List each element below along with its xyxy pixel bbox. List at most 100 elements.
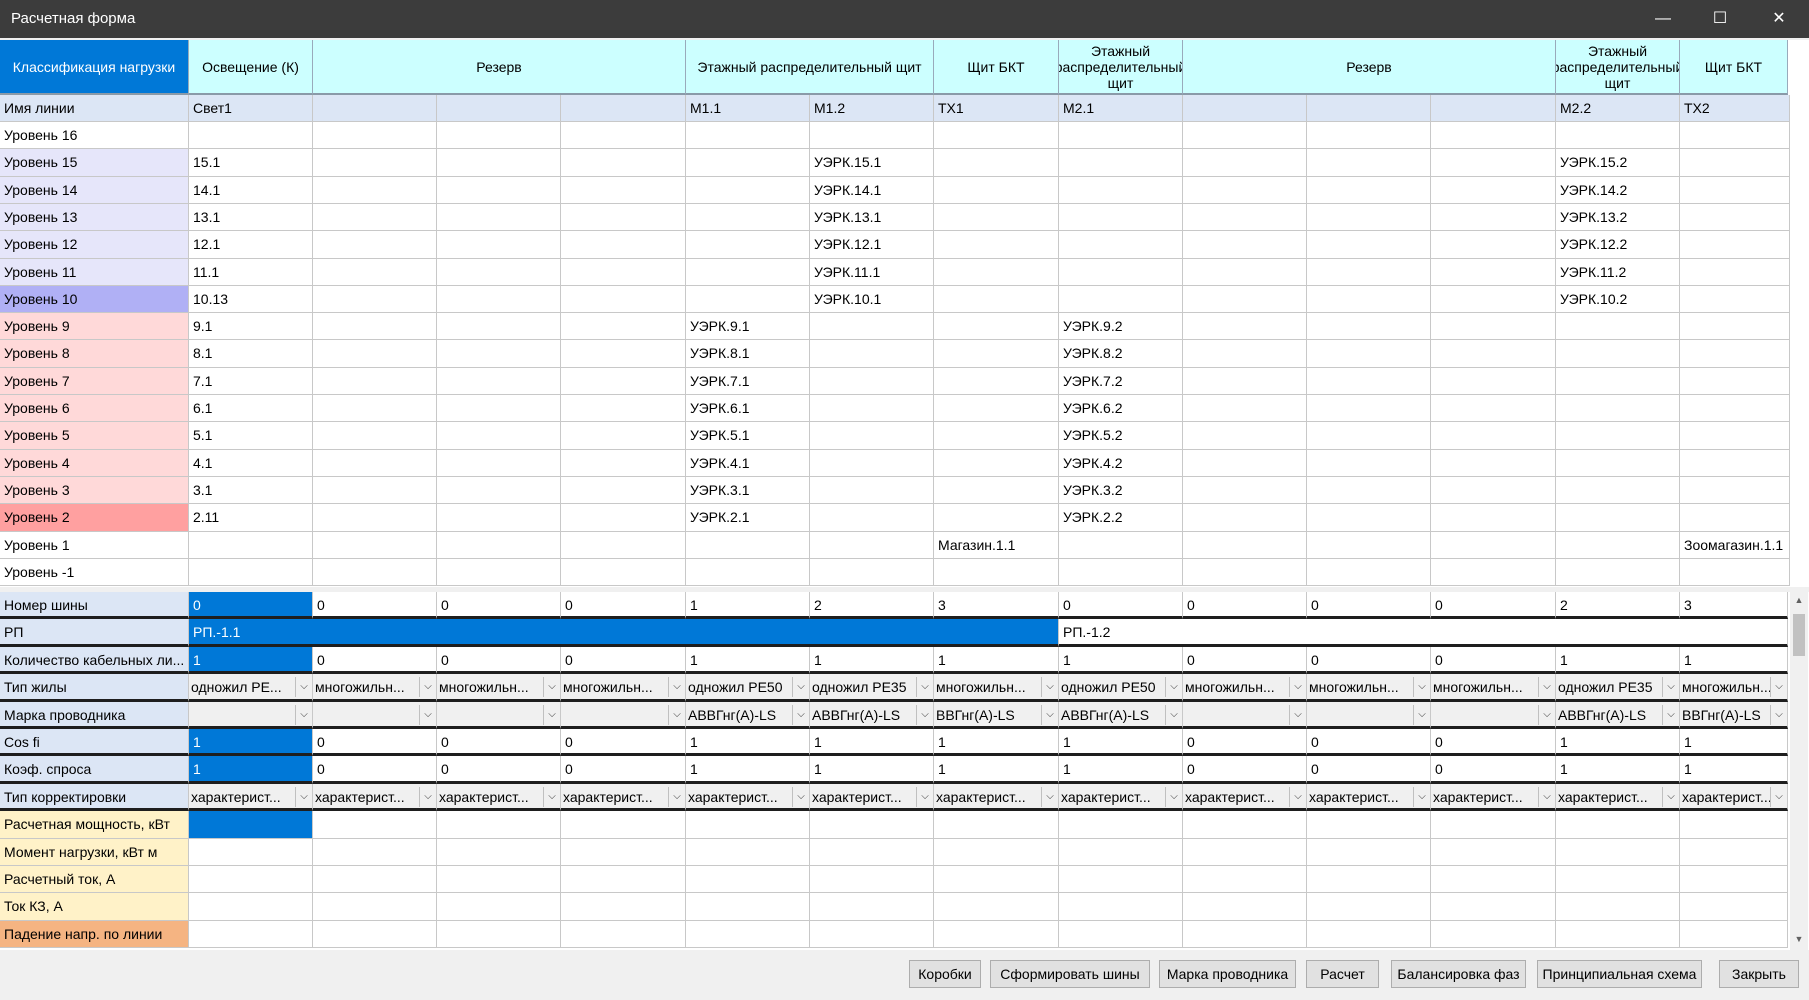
level-label[interactable]: Уровень 12 xyxy=(0,231,189,259)
level-cell[interactable] xyxy=(1059,559,1183,586)
level-cell[interactable] xyxy=(1059,177,1183,204)
level-cell[interactable] xyxy=(437,231,561,259)
level-cell[interactable] xyxy=(561,532,686,559)
level-cell[interactable] xyxy=(1183,450,1307,477)
level-cell[interactable]: УЭРК.7.1 xyxy=(686,368,810,395)
core-type-dropdown[interactable]: одножил РЕ35 ⌵ xyxy=(810,674,934,702)
level-cell[interactable] xyxy=(1556,559,1680,586)
level-cell[interactable]: УЭРК.9.2 xyxy=(1059,313,1183,340)
level-cell[interactable] xyxy=(1183,532,1307,559)
level-cell[interactable] xyxy=(313,313,437,340)
level-cell[interactable] xyxy=(1431,149,1556,177)
demand-coef-cell[interactable]: 1 xyxy=(934,756,1059,784)
line-name-cell[interactable] xyxy=(437,95,561,122)
level-cell[interactable]: 12.1 xyxy=(189,231,313,259)
correction-type-dropdown[interactable]: характерист... ⌵ xyxy=(934,784,1059,811)
form-buses-button[interactable]: Сформировать шины xyxy=(990,960,1150,988)
level-cell[interactable] xyxy=(437,395,561,422)
cable-count-cell[interactable]: 1 xyxy=(810,647,934,674)
correction-type-dropdown[interactable]: характерист... ⌵ xyxy=(1183,784,1307,811)
level-cell[interactable] xyxy=(561,177,686,204)
chevron-down-icon[interactable]: ⌵ xyxy=(543,677,560,697)
conductor-brand-dropdown[interactable]: ⌵ xyxy=(1183,702,1307,729)
core-type-dropdown[interactable]: одножил РЕ... ⌵ xyxy=(189,674,313,702)
demand-coef-cell[interactable]: 1 xyxy=(189,756,313,784)
level-cell[interactable] xyxy=(1431,313,1556,340)
level-label[interactable]: Уровень 15 xyxy=(0,149,189,177)
level-cell[interactable] xyxy=(1680,204,1790,231)
level-cell[interactable] xyxy=(1183,122,1307,149)
chevron-down-icon[interactable]: ⌵ xyxy=(1662,677,1679,697)
cable-count-cell[interactable]: 0 xyxy=(437,647,561,674)
level-cell[interactable] xyxy=(686,231,810,259)
level-cell[interactable] xyxy=(1307,149,1431,177)
cable-count-cell[interactable]: 0 xyxy=(1307,647,1431,674)
calc-current-cell[interactable] xyxy=(189,866,313,893)
voltage-drop-cell[interactable] xyxy=(189,921,313,948)
level-cell[interactable] xyxy=(561,477,686,504)
cable-count-cell[interactable]: 0 xyxy=(313,647,437,674)
conductor-brand-dropdown[interactable]: ⌵ xyxy=(437,702,561,729)
chevron-down-icon[interactable]: ⌵ xyxy=(1289,705,1306,725)
voltage-drop-cell[interactable] xyxy=(1183,921,1307,948)
level-cell[interactable] xyxy=(313,532,437,559)
level-cell[interactable] xyxy=(1307,504,1431,532)
calc-power-cell[interactable] xyxy=(934,811,1059,839)
conductor-brand-dropdown[interactable]: ⌵ xyxy=(1307,702,1431,729)
core-type-dropdown[interactable]: одножил РЕ50 ⌵ xyxy=(1059,674,1183,702)
level-cell[interactable]: УЭРК.9.1 xyxy=(686,313,810,340)
level-cell[interactable] xyxy=(437,368,561,395)
level-cell[interactable] xyxy=(1307,313,1431,340)
load-moment-cell[interactable] xyxy=(1680,839,1788,866)
level-cell[interactable] xyxy=(1680,259,1790,286)
chevron-down-icon[interactable]: ⌵ xyxy=(295,705,312,725)
level-cell[interactable]: УЭРК.12.1 xyxy=(810,231,934,259)
level-cell[interactable] xyxy=(1431,559,1556,586)
level-cell[interactable] xyxy=(1183,559,1307,586)
level-cell[interactable] xyxy=(561,204,686,231)
level-cell[interactable] xyxy=(437,177,561,204)
conductor-brand-dropdown[interactable]: ⌵ xyxy=(189,702,313,729)
level-cell[interactable] xyxy=(437,340,561,368)
conductor-brand-dropdown[interactable]: АВВГнг(А)-LS ⌵ xyxy=(686,702,810,729)
core-type-dropdown[interactable]: многожильн... ⌵ xyxy=(1680,674,1788,702)
sc-current-cell[interactable] xyxy=(686,893,810,921)
calc-current-cell[interactable] xyxy=(810,866,934,893)
level-cell[interactable] xyxy=(810,368,934,395)
load-moment-cell[interactable] xyxy=(1307,839,1431,866)
level-cell[interactable] xyxy=(1431,204,1556,231)
chevron-down-icon[interactable]: ⌵ xyxy=(1662,705,1679,725)
calc-power-cell[interactable] xyxy=(561,811,686,839)
level-cell[interactable] xyxy=(1680,313,1790,340)
demand-coef-cell[interactable]: 1 xyxy=(1680,756,1788,784)
level-cell[interactable] xyxy=(1680,368,1790,395)
level-cell[interactable] xyxy=(437,259,561,286)
demand-coef-cell[interactable]: 0 xyxy=(313,756,437,784)
cos-fi-cell[interactable]: 1 xyxy=(1059,729,1183,756)
rp-cell-2[interactable]: РП.-1.2 xyxy=(1059,619,1788,647)
level-cell[interactable] xyxy=(1556,368,1680,395)
line-name-cell[interactable] xyxy=(1183,95,1307,122)
sc-current-cell[interactable] xyxy=(313,893,437,921)
group-header[interactable]: Щит БКТ xyxy=(1680,40,1788,95)
voltage-drop-cell[interactable] xyxy=(1556,921,1680,948)
level-cell[interactable] xyxy=(437,504,561,532)
level-cell[interactable]: Магазин.1.1 xyxy=(934,532,1059,559)
group-header[interactable]: Этажный распределительный щит xyxy=(1556,40,1680,95)
cos-fi-cell[interactable]: 0 xyxy=(561,729,686,756)
calc-power-cell[interactable] xyxy=(1183,811,1307,839)
level-cell[interactable] xyxy=(934,313,1059,340)
calc-power-cell[interactable] xyxy=(810,811,934,839)
level-cell[interactable]: 9.1 xyxy=(189,313,313,340)
level-cell[interactable] xyxy=(1680,177,1790,204)
level-cell[interactable] xyxy=(810,422,934,450)
chevron-down-icon[interactable]: ⌵ xyxy=(1041,787,1058,807)
cable-count-cell[interactable]: 1 xyxy=(1059,647,1183,674)
chevron-down-icon[interactable]: ⌵ xyxy=(1041,677,1058,697)
core-type-dropdown[interactable]: многожильн... ⌵ xyxy=(934,674,1059,702)
level-cell[interactable]: 14.1 xyxy=(189,177,313,204)
conductor-brand-dropdown[interactable]: АВВГнг(А)-LS ⌵ xyxy=(1059,702,1183,729)
chevron-down-icon[interactable]: ⌵ xyxy=(1165,705,1182,725)
cos-fi-cell[interactable]: 1 xyxy=(1556,729,1680,756)
level-cell[interactable] xyxy=(1183,313,1307,340)
